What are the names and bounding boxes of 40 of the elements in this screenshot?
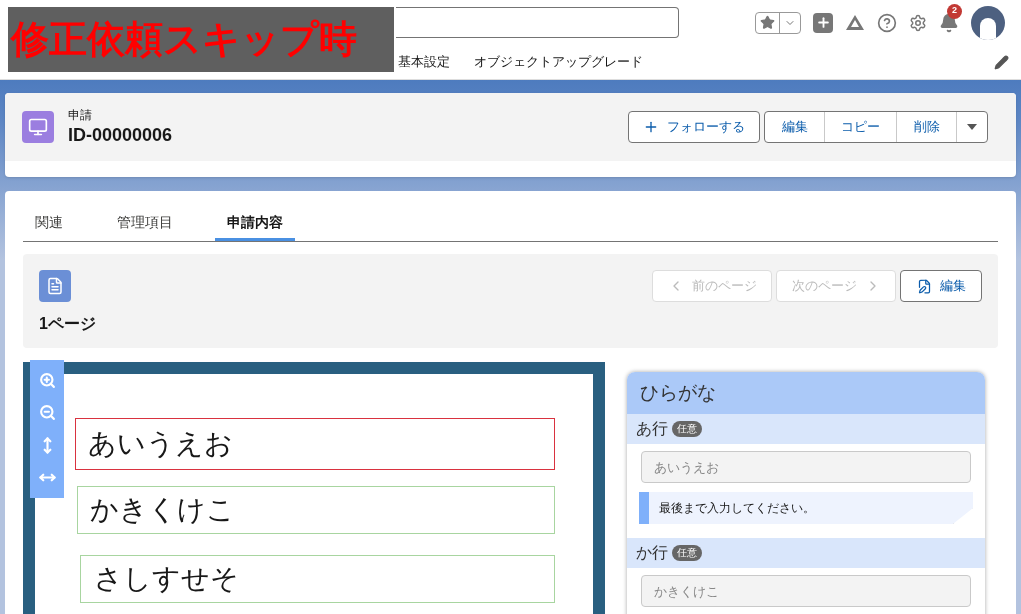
object-label: 申請 xyxy=(68,107,93,123)
follow-button[interactable]: フォローする xyxy=(628,111,760,143)
document-icon xyxy=(39,270,71,302)
section-label: か行 xyxy=(636,543,668,563)
overlay-label: 修正依頼スキップ時 xyxy=(8,7,394,72)
settings-icon[interactable] xyxy=(909,13,927,32)
plus-icon xyxy=(643,119,659,135)
optional-badge: 任意 xyxy=(672,421,702,437)
search-field[interactable] xyxy=(396,7,679,38)
caret-icon xyxy=(966,123,978,131)
help-icon[interactable] xyxy=(877,12,897,33)
page-title: 1ページ xyxy=(39,314,96,334)
section-label: あ行 xyxy=(636,419,668,439)
nav-tab[interactable]: 基本設定 xyxy=(397,45,462,79)
form-title: ひらがな xyxy=(627,372,985,414)
preview-field: さしすせそ xyxy=(80,555,555,603)
optional-badge: 任意 xyxy=(672,545,702,561)
record-title: ID-00000006 xyxy=(68,124,173,147)
tab[interactable]: 関連 xyxy=(23,203,75,241)
preview-field: あいうえお xyxy=(75,418,555,470)
edit-button[interactable]: 編集 xyxy=(900,270,982,302)
preview-field: かきくけこ xyxy=(77,486,555,534)
tab[interactable]: 申請内容 xyxy=(215,203,295,241)
action-button[interactable]: コピー xyxy=(825,112,897,142)
avatar[interactable] xyxy=(971,5,1005,40)
edit-document-icon xyxy=(916,278,932,294)
favorites-button[interactable] xyxy=(755,11,801,34)
plus-icon xyxy=(815,15,831,30)
record-type-icon xyxy=(22,111,54,143)
action-button[interactable]: 削除 xyxy=(897,112,957,142)
star-icon xyxy=(760,15,775,30)
action-button[interactable]: 編集 xyxy=(765,112,825,142)
text-field[interactable]: あいうえお xyxy=(641,451,971,483)
hint-callout: 最後まで入力してください。 xyxy=(639,492,973,524)
notification-count: 2 xyxy=(947,3,962,19)
tab[interactable]: 管理項目 xyxy=(105,203,185,241)
text-field[interactable]: かきくけこ xyxy=(641,575,971,607)
nav-tab[interactable]: オブジェクトアップグレード xyxy=(462,45,655,79)
edit-nav-icon[interactable] xyxy=(994,54,1009,70)
add-button[interactable] xyxy=(813,12,833,33)
